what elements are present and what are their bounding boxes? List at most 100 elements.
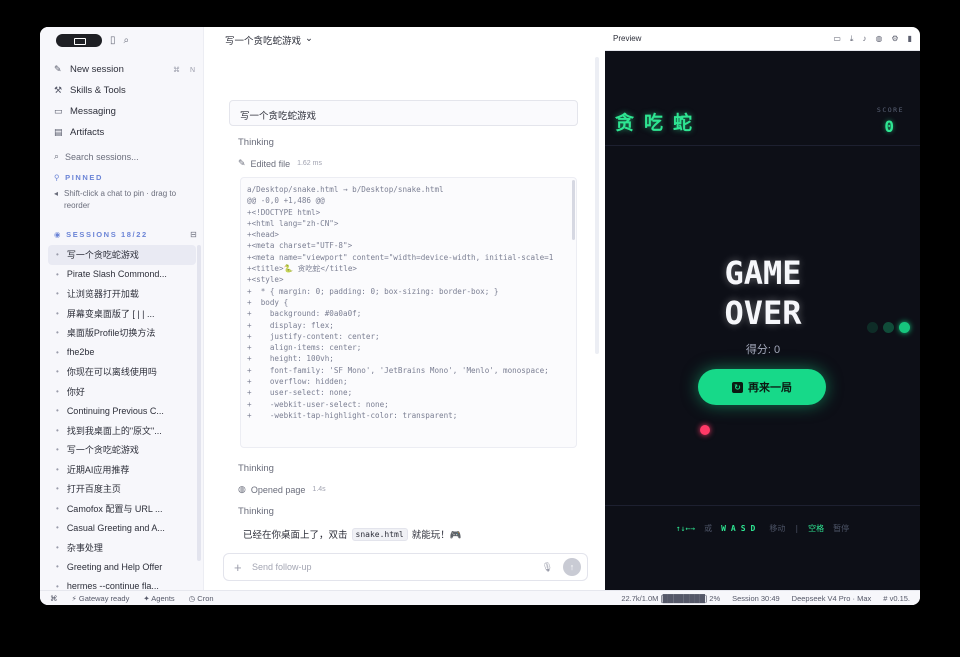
code-line: + height: 100vh; (247, 354, 334, 364)
sessions-icon: ◉ (54, 230, 63, 239)
score-label: SCORE (876, 106, 904, 114)
search-input[interactable]: Search sessions... (65, 152, 139, 162)
final-score: 得分: 0 (745, 344, 781, 356)
sidebar-toggle-icon[interactable]: ▯ (110, 35, 116, 46)
pinned-hint: ◂ Shift-click a chat to pin · drag to re… (54, 189, 177, 210)
session-item[interactable]: Pirate Slash Commond... (48, 265, 196, 285)
session-item[interactable]: 找到我桌面上的"原文"... (48, 421, 196, 441)
context-usage: 22.7k/1.0M [████████] 2% (621, 593, 721, 603)
session-item[interactable]: 让浏览器打开加载 (48, 284, 196, 304)
speaker-icon[interactable]: ♪ (862, 34, 866, 44)
thinking-label-2[interactable]: Thinking (238, 463, 274, 474)
command-icon[interactable]: ⌘ (50, 594, 58, 603)
pencil-icon: ✎ (238, 158, 246, 168)
session-item[interactable]: 写一个贪吃蛇游戏 (48, 440, 196, 460)
code-diff: a/Desktop/snake.html → b/Desktop/snake.h… (240, 177, 577, 448)
agents-status[interactable]: ✦ Agents (143, 594, 174, 603)
code-line: +<html lang="zh-CN"> (247, 218, 339, 228)
model-selector[interactable]: Deepseek V4 Pro · Max (792, 594, 872, 603)
score-value: 0 (884, 117, 894, 136)
opened-page-row[interactable]: ◍ Opened page 1.4s (238, 484, 326, 495)
panel-toggle-icon[interactable]: ▮ (908, 34, 912, 44)
session-item[interactable]: Greeting and Help Offer (48, 557, 196, 577)
session-title[interactable]: 写一个贪吃蛇游戏 ⌄ (225, 33, 313, 47)
controls-hint: ↑↓←→ 或 WASD 移动 | 空格 暂停 (605, 505, 920, 551)
clock-icon: ◷ (188, 593, 196, 603)
code-line: +<head> (247, 230, 280, 240)
version-label: # v0.15. (883, 593, 910, 603)
session-search[interactable]: ⌕ Search sessions... (54, 151, 139, 162)
food-dot (700, 425, 710, 435)
game-board[interactable]: GAME OVER 得分: 0 ↻ 再来一局 (605, 147, 920, 505)
session-item[interactable]: 近期AI应用推荐 (48, 460, 196, 480)
new-session-button[interactable]: ✎ New session ⌘ N (54, 59, 199, 80)
code-line: + body { (247, 297, 289, 307)
download-icon[interactable]: ⤓ (850, 34, 854, 44)
session-item[interactable]: 写一个贪吃蛇游戏 (48, 245, 196, 265)
code-line: + align-items: center; (247, 343, 362, 353)
session-item[interactable]: fhe2be (48, 343, 196, 363)
session-item[interactable]: 屏幕变桌面版了 [ | | ... (48, 304, 196, 324)
restart-icon: ↻ (732, 381, 743, 393)
game-over-text: GAME OVER (724, 254, 802, 332)
code-line: +<style> (247, 275, 284, 285)
snake-segment (867, 322, 878, 333)
code-line: +<!DOCTYPE html> (247, 207, 321, 217)
thinking-label[interactable]: Thinking (238, 137, 274, 148)
restart-button[interactable]: ↻ 再来一局 (698, 369, 826, 405)
artifacts-button[interactable]: ▤ Artifacts (54, 122, 199, 143)
chevron-down-icon: ⌄ (305, 33, 313, 44)
skills-tools-button[interactable]: ⚒ Skills & Tools (54, 80, 199, 101)
archive-icon[interactable]: ⊟ (190, 230, 197, 239)
code-line: +<title>🐍 贪吃蛇</title> (247, 264, 357, 274)
edited-file-row[interactable]: ✎ Edited file 1.62 ms (238, 158, 322, 169)
code-line: + display: flex; (247, 320, 334, 330)
cron-status[interactable]: ◷ Cron (189, 594, 214, 603)
code-line: + -webkit-user-select: none; (247, 399, 389, 409)
search-icon[interactable]: ⌕ (124, 35, 130, 46)
game-title: 贪吃蛇 (615, 112, 703, 134)
settings-icon[interactable]: ⚙ (891, 34, 898, 44)
sidebar-scrollbar[interactable] (197, 245, 201, 561)
follow-up-input[interactable] (252, 562, 542, 572)
file-name-code: snake.html (351, 527, 408, 541)
code-scrollbar[interactable] (572, 180, 575, 240)
code-line: + * { margin: 0; padding: 0; box-sizing:… (247, 286, 499, 296)
session-item[interactable]: Camofox 配置与 URL ... (48, 499, 196, 519)
code-line: a/Desktop/snake.html → b/Desktop/snake.h… (247, 185, 444, 194)
session-item[interactable]: 杂事处理 (48, 538, 196, 558)
session-item[interactable]: Casual Greeting and A... (48, 518, 196, 538)
snake-segment (883, 322, 894, 333)
messaging-button[interactable]: ▭ Messaging (54, 101, 199, 122)
artifacts-icon: ▤ (54, 127, 63, 137)
search-icon: ⌕ (54, 151, 60, 161)
microphone-icon[interactable]: 🎙 (542, 562, 553, 573)
sessions-label: ◉ SESSIONS 18/22 (54, 230, 148, 239)
window-icon[interactable]: ▭ (833, 34, 841, 44)
code-line: + background: #0a0a0f; (247, 309, 362, 319)
session-item[interactable]: 打开百度主页 (48, 479, 196, 499)
session-item[interactable]: 你现在可以离线使用吗 (48, 362, 196, 382)
arrow-icon: ◂ (54, 189, 59, 198)
sidebar-nav: ✎ New session ⌘ N ⚒ Skills & Tools ▭ Mes… (54, 59, 199, 143)
session-item[interactable]: 桌面版Profile切换方法 (48, 323, 196, 343)
skills-icon: ⚒ (54, 85, 63, 95)
code-line: + -webkit-tap-highlight-color: transpare… (247, 410, 458, 420)
app-window: ▯ ⌕ ✎ New session ⌘ N ⚒ Skills & Tools ▭… (40, 27, 920, 605)
send-button[interactable]: ↑ (563, 558, 581, 576)
pin-icon: ⚲ (54, 173, 62, 182)
chat-scrollbar[interactable] (595, 57, 599, 354)
plus-icon[interactable]: + (234, 560, 252, 575)
new-session-shortcut: ⌘ N (173, 66, 199, 74)
agents-icon: ✦ (143, 593, 150, 603)
session-item[interactable]: 你好 (48, 382, 196, 402)
session-item[interactable]: Continuing Previous C... (48, 401, 196, 421)
new-session-icon: ✎ (54, 64, 62, 74)
globe-icon[interactable]: ◍ (875, 34, 882, 44)
code-line: + user-select: none; (247, 388, 353, 398)
code-line: + font-family: 'SF Mono', 'JetBrains Mon… (247, 365, 549, 375)
window-toggle-button[interactable] (56, 34, 102, 47)
thinking-label-3[interactable]: Thinking (238, 506, 274, 517)
gateway-status[interactable]: ⚡ Gateway ready (72, 594, 130, 603)
messaging-icon: ▭ (54, 106, 63, 116)
